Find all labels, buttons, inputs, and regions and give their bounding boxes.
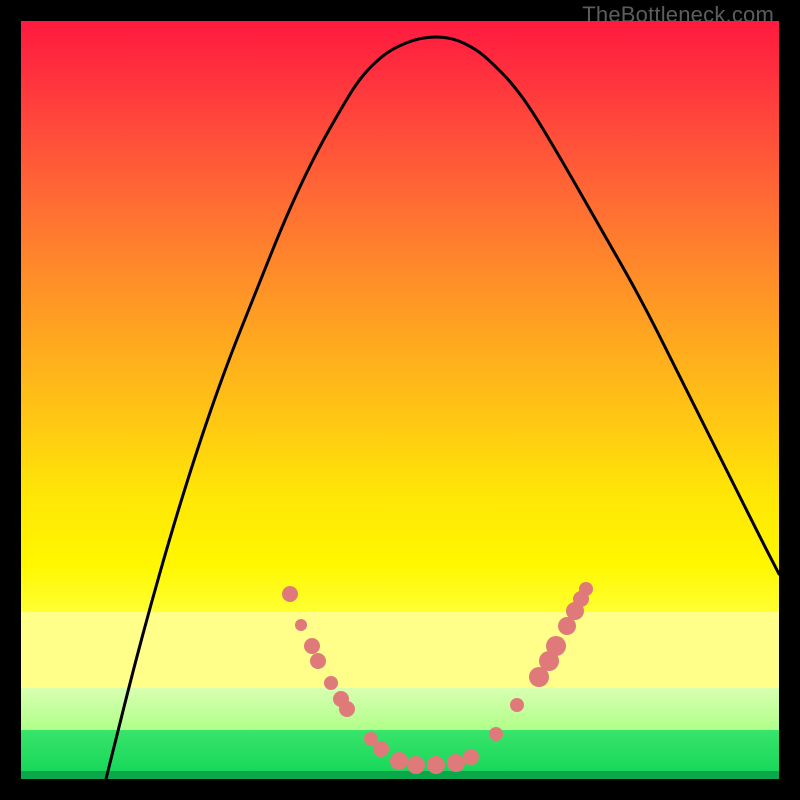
gradient-band-green: [21, 730, 779, 772]
gradient-bottom-edge: [21, 771, 779, 779]
background-gradient: [21, 21, 779, 779]
plot-area: [21, 21, 779, 779]
gradient-band-yellow: [21, 612, 779, 688]
gradient-hot: [21, 21, 779, 612]
gradient-band-lightgreen: [21, 688, 779, 730]
chart-frame: TheBottleneck.com: [0, 0, 800, 800]
